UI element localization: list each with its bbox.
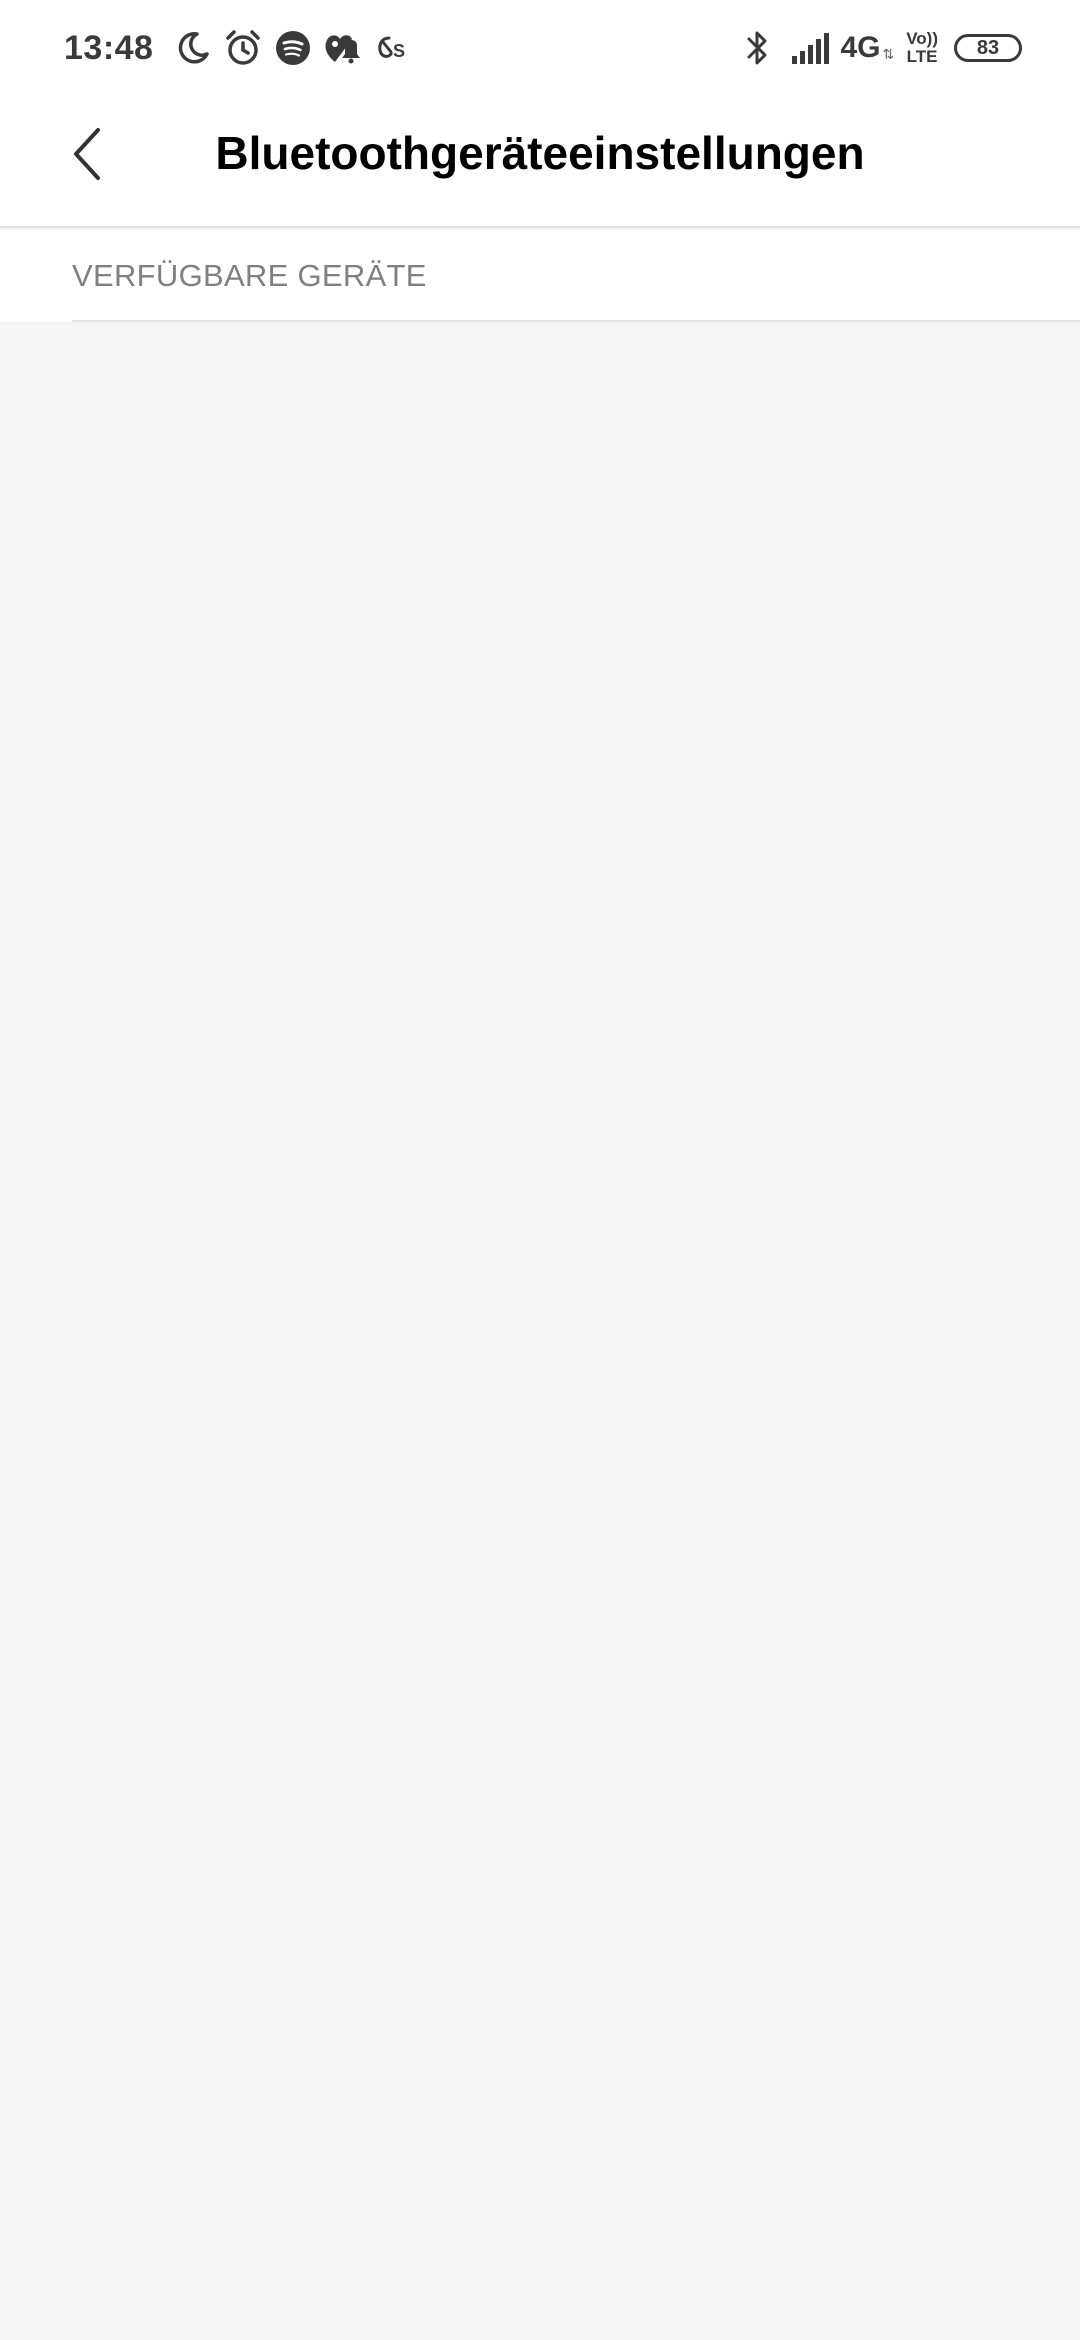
battery-level: 83 — [976, 36, 1000, 59]
data-arrows-icon: ⇅ — [882, 45, 895, 62]
volte-top: Vo)) — [906, 29, 938, 48]
network-type: 4G — [840, 31, 881, 64]
alarm-icon — [223, 28, 263, 68]
signal-icon — [792, 32, 834, 64]
app-icon: S — [373, 28, 413, 68]
notification-icon — [323, 28, 363, 68]
moon-icon — [173, 28, 213, 68]
status-bar-right: 4G ⇅ Vo)) LTE 83 — [738, 24, 1022, 72]
volte-bottom: LTE — [906, 47, 938, 66]
volte-indicator: Vo)) LTE — [906, 30, 938, 66]
spotify-icon — [273, 28, 313, 68]
status-time: 13:48 — [64, 28, 154, 67]
page-title: Bluetoothgeräteeinstellungen — [215, 127, 865, 179]
svg-text:S: S — [393, 41, 405, 61]
status-bar: 13:48 S 4G ⇅ Vo)) LTE 83 — [0, 0, 1080, 96]
battery-icon: 83 — [954, 34, 1022, 62]
section-header-available-devices: VERFÜGBARE GERÄTE — [72, 258, 427, 293]
status-bar-left: 13:48 S — [64, 24, 423, 72]
app-header: Bluetoothgeräteeinstellungen — [0, 96, 1080, 228]
bluetooth-icon — [738, 28, 778, 68]
available-devices-section: VERFÜGBARE GERÄTE — [0, 230, 1080, 322]
device-list-area — [0, 322, 1080, 2340]
